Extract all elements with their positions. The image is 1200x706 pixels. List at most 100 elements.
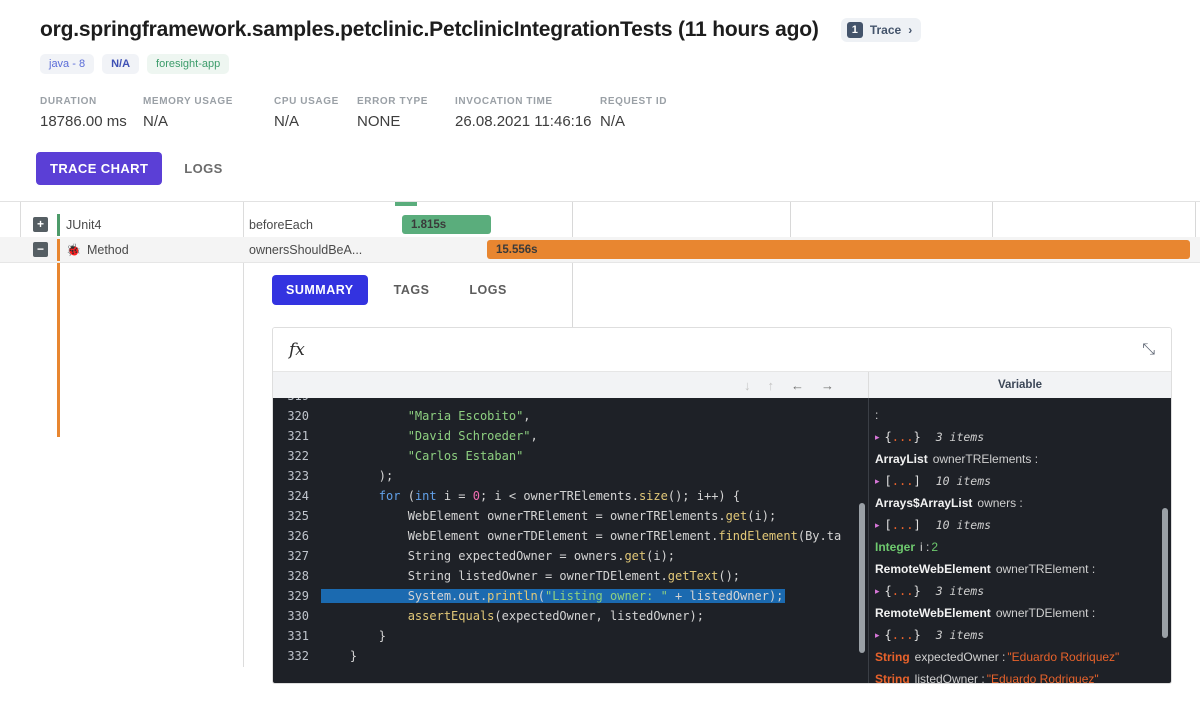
arrow-left-icon[interactable]: ←	[791, 378, 804, 393]
code-text: }	[321, 629, 387, 643]
variable-expand-row[interactable]: ▸ {...} 3 items	[875, 426, 1171, 448]
code-line-324[interactable]: 324 for (int i = 0; i < ownerTRElements.…	[273, 486, 868, 506]
primary-tabs: TRACE CHART LOGS	[0, 130, 1200, 185]
code-viewer-card: fx ⤡ ↓ ↑ ← → Variable 319 320 "Maria Esco…	[272, 327, 1172, 684]
variable-expand-row[interactable]: ▸ {...} 3 items	[875, 624, 1171, 646]
code-vertical-scrollbar[interactable]	[859, 503, 865, 653]
table-row[interactable]: + JUnit4 beforeEach 1.815s	[0, 212, 1200, 237]
variable-row: Arrays$ArrayList owners :	[875, 492, 1171, 514]
tab-tags[interactable]: TAGS	[380, 275, 444, 305]
code-editor-pane[interactable]: 319320 "Maria Escobito",321 "David Schro…	[273, 398, 869, 683]
tab-detail-logs[interactable]: LOGS	[455, 275, 520, 305]
variable-item-count: 10 items	[935, 474, 992, 488]
variable-item-count: 3 items	[935, 628, 985, 642]
metric-request-id-label: REQUEST ID	[600, 96, 668, 107]
table-row[interactable]: − 🐞 Method ownersShouldBeA... 15.556s	[0, 237, 1200, 262]
code-body: 319320 "Maria Escobito",321 "David Schro…	[273, 398, 1171, 683]
variable-panel-header: Variable	[997, 379, 1043, 391]
expand-toggle-junit4[interactable]: +	[33, 217, 48, 232]
line-number: 332	[287, 649, 309, 663]
line-number: 330	[287, 609, 309, 623]
row-name-method: 🐞 Method	[66, 243, 129, 257]
variable-type: RemoteWebElement	[875, 562, 991, 576]
trace-badge-label: Trace	[869, 23, 902, 37]
variable-value: 2	[931, 540, 939, 554]
variable-placeholder: {...}	[884, 584, 921, 598]
variable-row: Integer i :2	[875, 536, 1171, 558]
expand-icon[interactable]: ⤡	[1142, 341, 1155, 359]
line-number: 329	[287, 589, 309, 603]
page-header: org.springframework.samples.petclinic.Pe…	[0, 0, 1200, 202]
arrow-down-icon[interactable]: ↓	[744, 378, 751, 393]
variable-expand-row[interactable]: ▸ {...} 3 items	[875, 580, 1171, 602]
arrow-up-icon[interactable]: ↑	[768, 378, 775, 393]
tab-logs[interactable]: LOGS	[170, 152, 236, 185]
line-number: 320	[287, 409, 309, 423]
code-text: );	[321, 469, 394, 483]
variable-row: ArrayList ownerTRElements :	[875, 448, 1171, 470]
variable-value: "Eduardo Rodriquez"	[986, 672, 1099, 683]
chevron-right-icon[interactable]: ▸	[875, 630, 880, 641]
code-line-332[interactable]: 332 }	[273, 646, 868, 666]
tag-na: N/A	[102, 54, 140, 74]
code-line-327[interactable]: 327 String expectedOwner = owners.get(i)…	[273, 546, 868, 566]
code-toolbar-actions: ↓ ↑ ← →	[273, 372, 869, 398]
code-line-331[interactable]: 331 }	[273, 626, 868, 646]
row-color-indicator	[57, 238, 60, 261]
chevron-right-icon[interactable]: ▸	[875, 520, 880, 531]
tree-column-divider	[243, 202, 244, 667]
code-line-328[interactable]: 328 String listedOwner = ownerTDElement.…	[273, 566, 868, 586]
variable-name: ownerTDElement :	[995, 606, 1096, 620]
variable-vertical-scrollbar[interactable]	[1162, 508, 1168, 638]
collapse-toggle-method[interactable]: −	[33, 242, 48, 257]
chevron-right-icon[interactable]: ▸	[875, 432, 880, 443]
variable-item-count: 3 items	[935, 430, 985, 444]
code-line-323[interactable]: 323 );	[273, 466, 868, 486]
span-bar-beforeeach[interactable]: 1.815s	[402, 215, 491, 234]
code-line-319[interactable]: 319	[273, 398, 868, 406]
code-line-321[interactable]: 321 "David Schroeder",	[273, 426, 868, 446]
code-line-330[interactable]: 330 assertEquals(expectedOwner, listedOw…	[273, 606, 868, 626]
arrow-right-icon[interactable]: →	[821, 378, 834, 393]
trace-badge[interactable]: 1 Trace ›	[840, 18, 922, 42]
metric-memory-usage-value: N/A	[143, 113, 169, 130]
metric-error-type: ERROR TYPE NONE	[357, 96, 455, 130]
metric-error-type-label: ERROR TYPE	[357, 96, 429, 107]
trace-count-badge: 1	[846, 22, 863, 38]
metric-cpu-usage-label: CPU USAGE	[274, 96, 339, 107]
code-line-322[interactable]: 322 "Carlos Estaban"	[273, 446, 868, 466]
chevron-right-icon: ›	[908, 23, 913, 37]
line-number: 331	[287, 629, 309, 643]
tab-trace-chart[interactable]: TRACE CHART	[36, 152, 163, 185]
variable-expand-row[interactable]: ▸ [...] 10 items	[875, 470, 1171, 492]
variable-placeholder: {...}	[884, 430, 921, 444]
variable-name: ownerTRElement :	[995, 562, 1096, 576]
variable-row: String listedOwner : "Eduardo Rodriquez"	[875, 668, 1171, 683]
metric-invocation-time: INVOCATION TIME 26.08.2021 11:46:16	[455, 96, 600, 130]
code-line-325[interactable]: 325 WebElement ownerTRElement = ownerTRE…	[273, 506, 868, 526]
code-text: }	[321, 649, 358, 663]
variable-pane[interactable]: : ▸ {...} 3 items ArrayList ownerTRElements :…	[869, 398, 1171, 683]
code-line-320[interactable]: 320 "Maria Escobito",	[273, 406, 868, 426]
line-number: 326	[287, 529, 309, 543]
code-line-326[interactable]: 326 WebElement ownerTDElement = ownerTRE…	[273, 526, 868, 546]
tag-row: java - 8 N/A foresight-app	[0, 42, 1200, 74]
variable-item-count: 3 items	[935, 584, 985, 598]
code-line-329[interactable]: 329 System.out.println("Listing owner: "…	[273, 586, 868, 606]
code-toolbar: ↓ ↑ ← → Variable	[273, 372, 1171, 398]
metric-cpu-usage-value: N/A	[274, 113, 300, 130]
fx-icon: fx	[289, 339, 305, 360]
chevron-right-icon[interactable]: ▸	[875, 476, 880, 487]
page-title: org.springframework.samples.petclinic.Pe…	[40, 18, 819, 41]
variable-row: String expectedOwner : "Eduardo Rodriquez"	[875, 646, 1171, 668]
variable-expand-row[interactable]: ▸ [...] 10 items	[875, 514, 1171, 536]
span-bar-ownersshouldbe[interactable]: 15.556s	[487, 240, 1190, 259]
tab-summary[interactable]: SUMMARY	[272, 275, 368, 305]
code-text: "Carlos Estaban"	[407, 449, 524, 463]
chevron-right-icon[interactable]: ▸	[875, 586, 880, 597]
variable-type: String	[875, 650, 910, 664]
variable-item-count: 10 items	[935, 518, 992, 532]
variable-row: RemoteWebElement ownerTRElement :	[875, 558, 1171, 580]
metric-request-id-value: N/A	[600, 113, 626, 130]
metric-memory-usage: MEMORY USAGE N/A	[143, 96, 274, 130]
